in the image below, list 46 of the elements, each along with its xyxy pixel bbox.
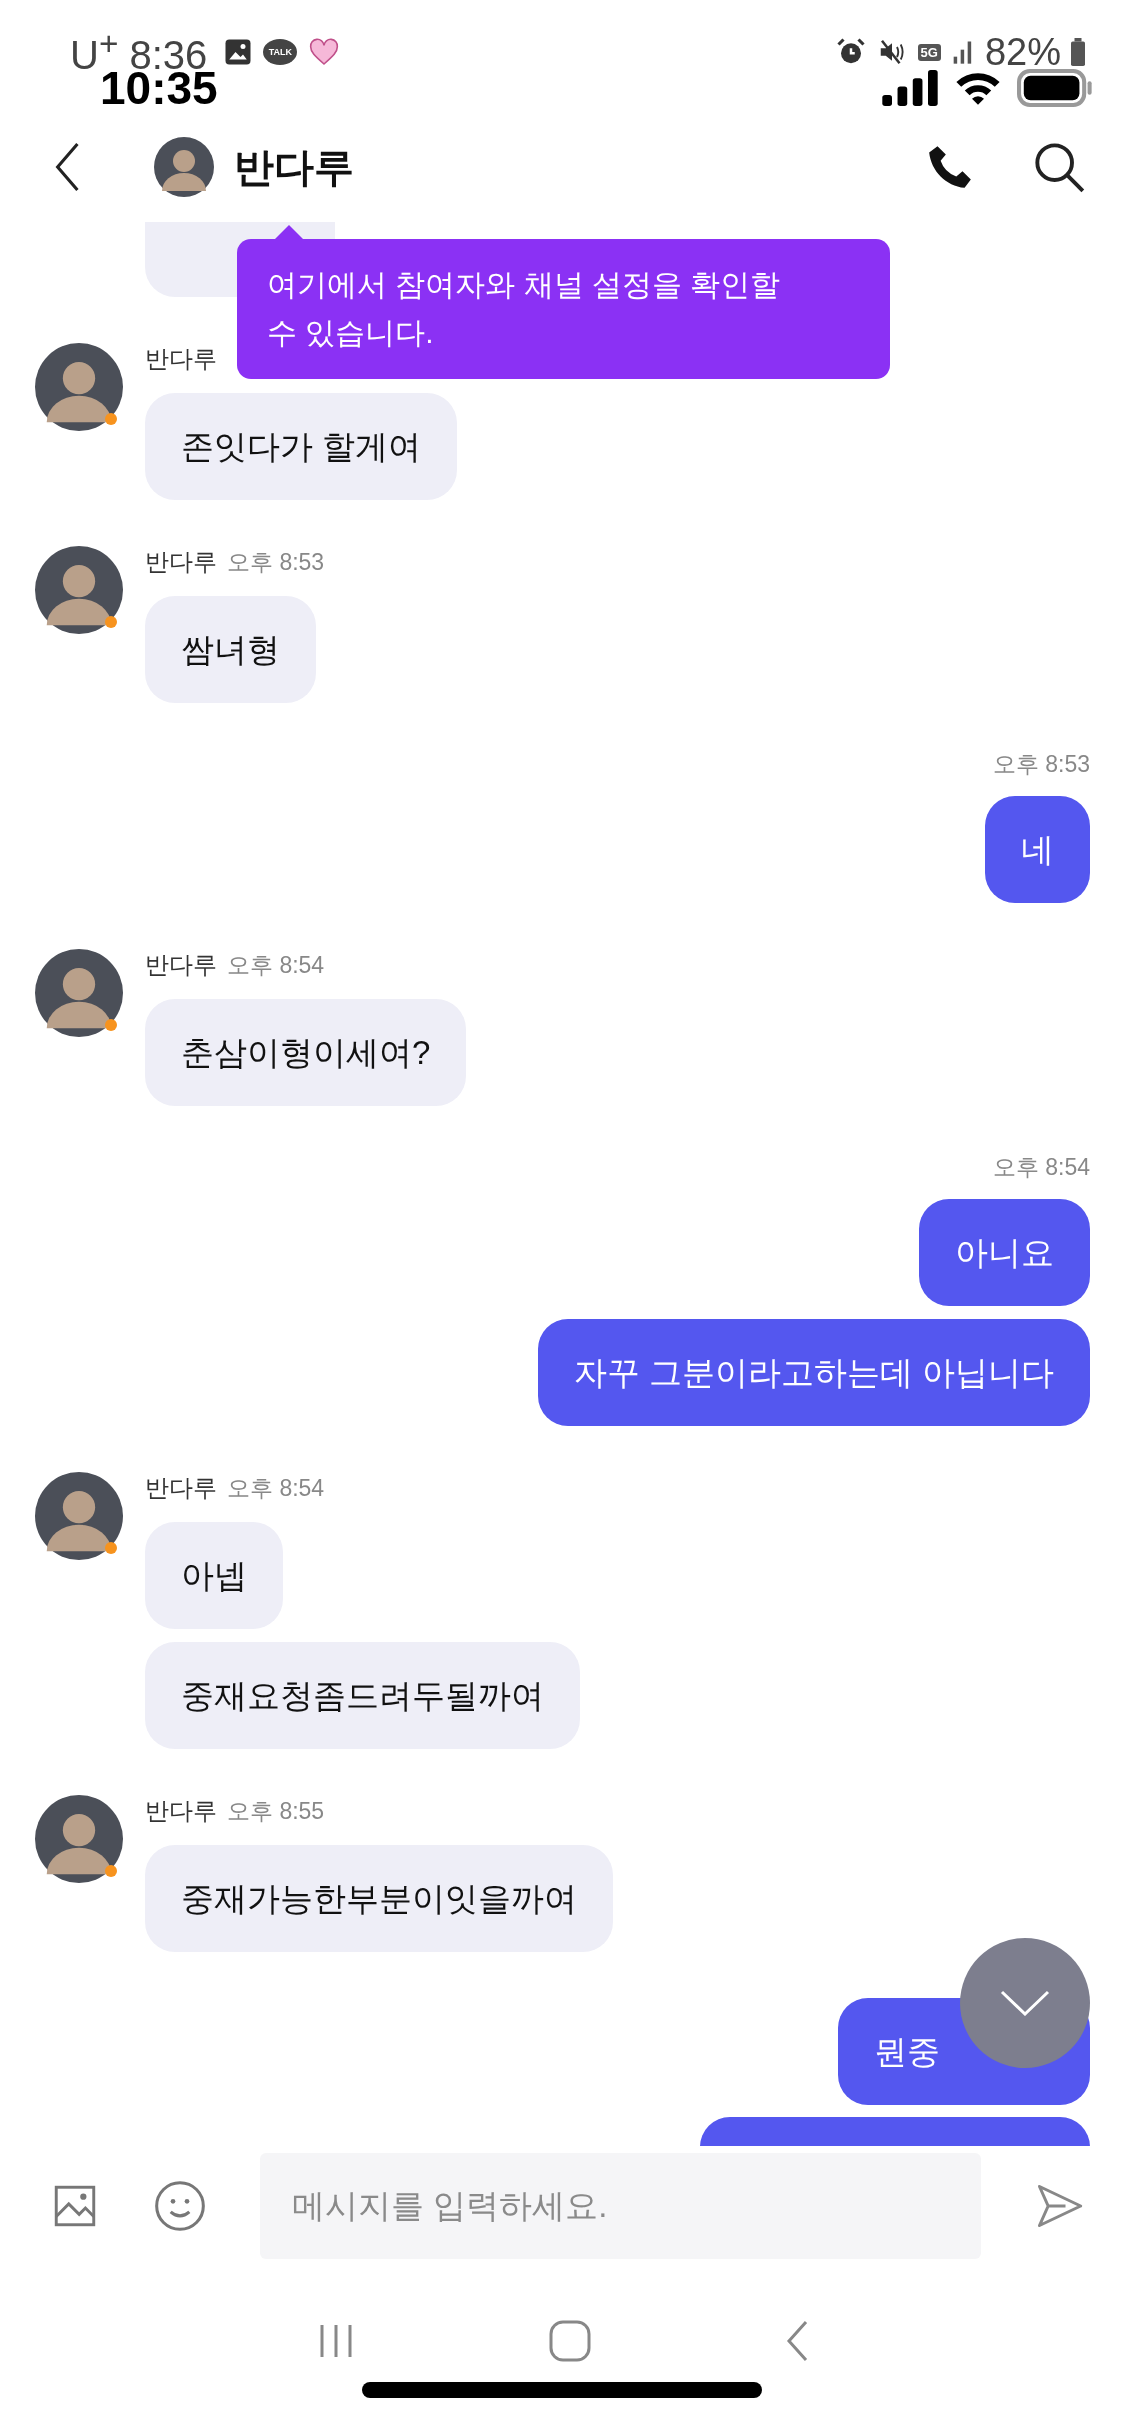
sender-name: 반다루 <box>145 344 217 374</box>
message-bubble: 중재요청좀드려두될까여 <box>145 1642 580 1749</box>
avatar[interactable] <box>35 949 123 1037</box>
message-bubble: 존잇다가 할게여 <box>145 393 458 500</box>
message-bubble: 아넵 <box>145 1522 283 1629</box>
battery-icon <box>1071 38 1085 66</box>
message-time: 오후 8:54 <box>992 1153 1090 1182</box>
message-time: 오후 8:55 <box>227 1797 325 1826</box>
message-time: 오후 8:54 <box>227 1474 325 1503</box>
status-dot <box>105 1019 117 1031</box>
battery-icon <box>1017 69 1093 107</box>
status-dot <box>105 413 117 425</box>
chevron-down-icon <box>1000 1990 1050 2016</box>
message-bubble: 쌈녀형 <box>145 596 316 703</box>
sender-name: 반다루 <box>145 950 217 980</box>
search-icon[interactable] <box>1033 141 1085 193</box>
status-dot <box>105 1542 117 1554</box>
home-icon[interactable] <box>548 2319 593 2363</box>
avatar[interactable] <box>154 137 214 197</box>
emoji-icon[interactable] <box>152 2178 208 2234</box>
back-icon[interactable] <box>54 142 80 192</box>
avatar[interactable] <box>35 1795 123 1883</box>
sender-name: 반다루 <box>145 547 217 577</box>
message-bubble: 아니요 <box>919 1199 1090 1306</box>
status-dot <box>105 1865 117 1877</box>
avatar[interactable] <box>35 343 123 431</box>
image-icon <box>223 37 254 67</box>
chat-title: 반다루 <box>234 143 354 191</box>
sender-name: 반다루 <box>145 1473 217 1503</box>
message-bubble: 네 <box>985 796 1090 903</box>
message-time: 오후 8:53 <box>992 750 1090 779</box>
message-time: 오후 8:54 <box>227 951 325 980</box>
message-bubble: 중재가능한부분이잇을까여 <box>145 1845 613 1952</box>
battery-percent: 82% <box>984 30 1061 74</box>
chat-badge: TALK <box>263 39 298 65</box>
network-label: 5G <box>917 43 941 61</box>
message-bubble: 자꾸 그분이라고하는데 아닙니다 <box>537 1319 1090 1426</box>
status-dot <box>105 616 117 628</box>
message-time: 오후 8:53 <box>227 548 325 577</box>
tooltip: 여기에서 참여자와 채널 설정을 확인할 수 있습니다. <box>237 239 890 379</box>
sender-name: 반다루 <box>145 1796 217 1826</box>
message-bubble: 춘삼이형이세여? <box>145 999 467 1106</box>
avatar[interactable] <box>35 1472 123 1560</box>
signal-icon <box>881 70 939 106</box>
message-input[interactable]: 메시지를 입력하세요. <box>260 2153 981 2259</box>
avatar[interactable] <box>35 546 123 634</box>
